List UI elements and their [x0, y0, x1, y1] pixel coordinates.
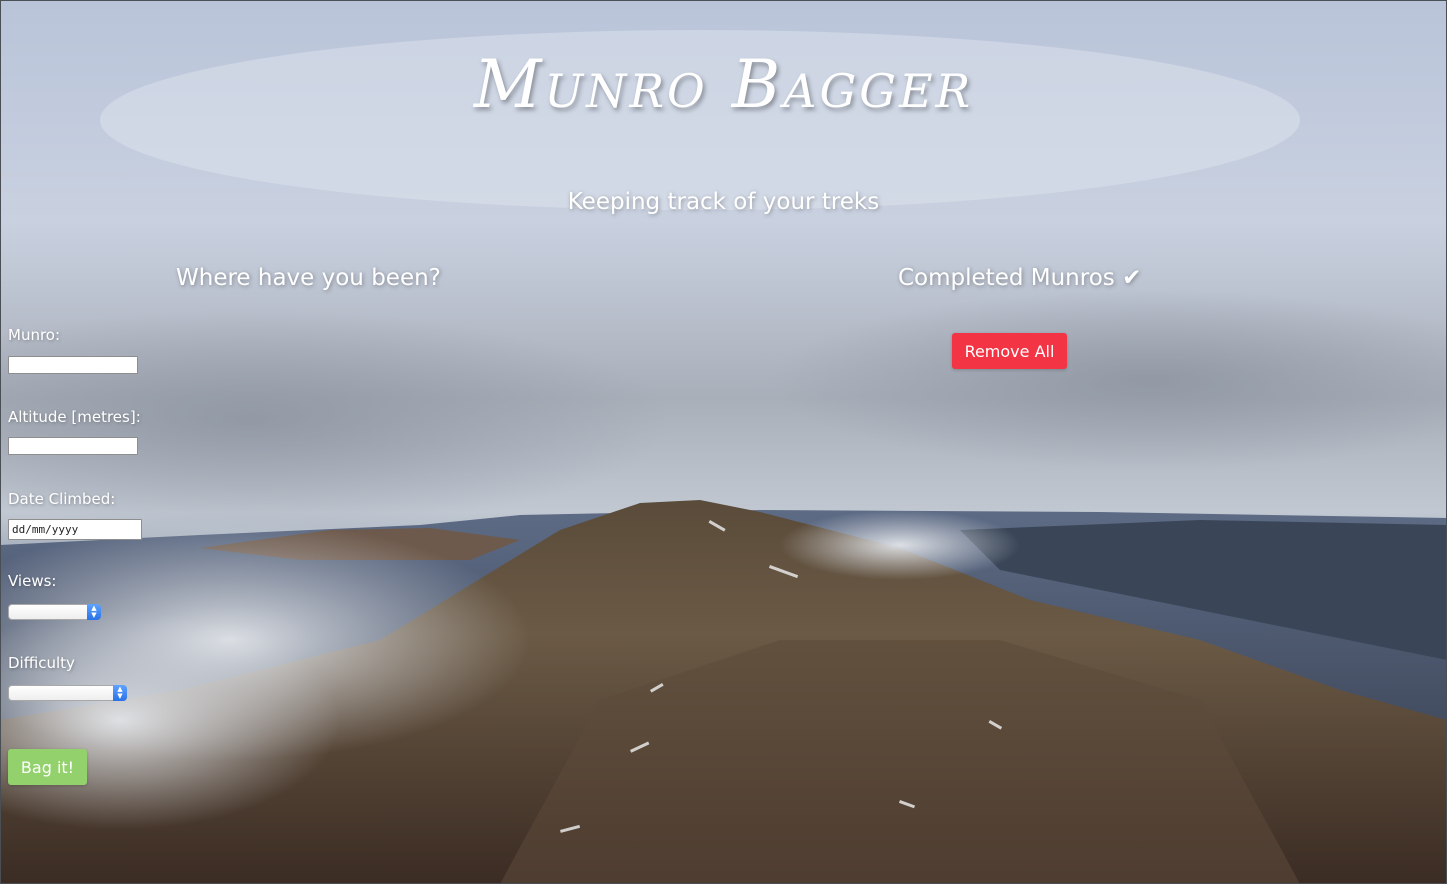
date-climbed-label: Date Climbed:	[8, 490, 116, 508]
difficulty-label: Difficulty	[8, 654, 75, 672]
views-label: Views:	[8, 572, 57, 590]
site-tagline: Keeping track of your treks	[567, 189, 880, 215]
bag-it-button[interactable]: Bag it!	[8, 749, 87, 785]
select-arrows-icon: ▲ ▼	[113, 685, 127, 701]
page-content: Munro Bagger Keeping track of your treks…	[0, 0, 1447, 884]
munro-input[interactable]	[8, 356, 138, 374]
difficulty-select[interactable]: ▲ ▼	[8, 685, 127, 701]
remove-all-button[interactable]: Remove All	[952, 333, 1067, 369]
altitude-label: Altitude [metres]:	[8, 408, 141, 426]
views-select[interactable]: ▲ ▼	[8, 604, 101, 620]
date-climbed-input[interactable]: dd/mm/yyyy	[8, 519, 142, 540]
completed-heading: Completed Munros ✔	[898, 265, 1142, 291]
form-heading: Where have you been?	[176, 265, 441, 291]
altitude-input[interactable]	[8, 437, 138, 455]
select-arrows-icon: ▲ ▼	[87, 604, 101, 620]
munro-label: Munro:	[8, 326, 61, 344]
site-title: Munro Bagger	[473, 46, 974, 123]
